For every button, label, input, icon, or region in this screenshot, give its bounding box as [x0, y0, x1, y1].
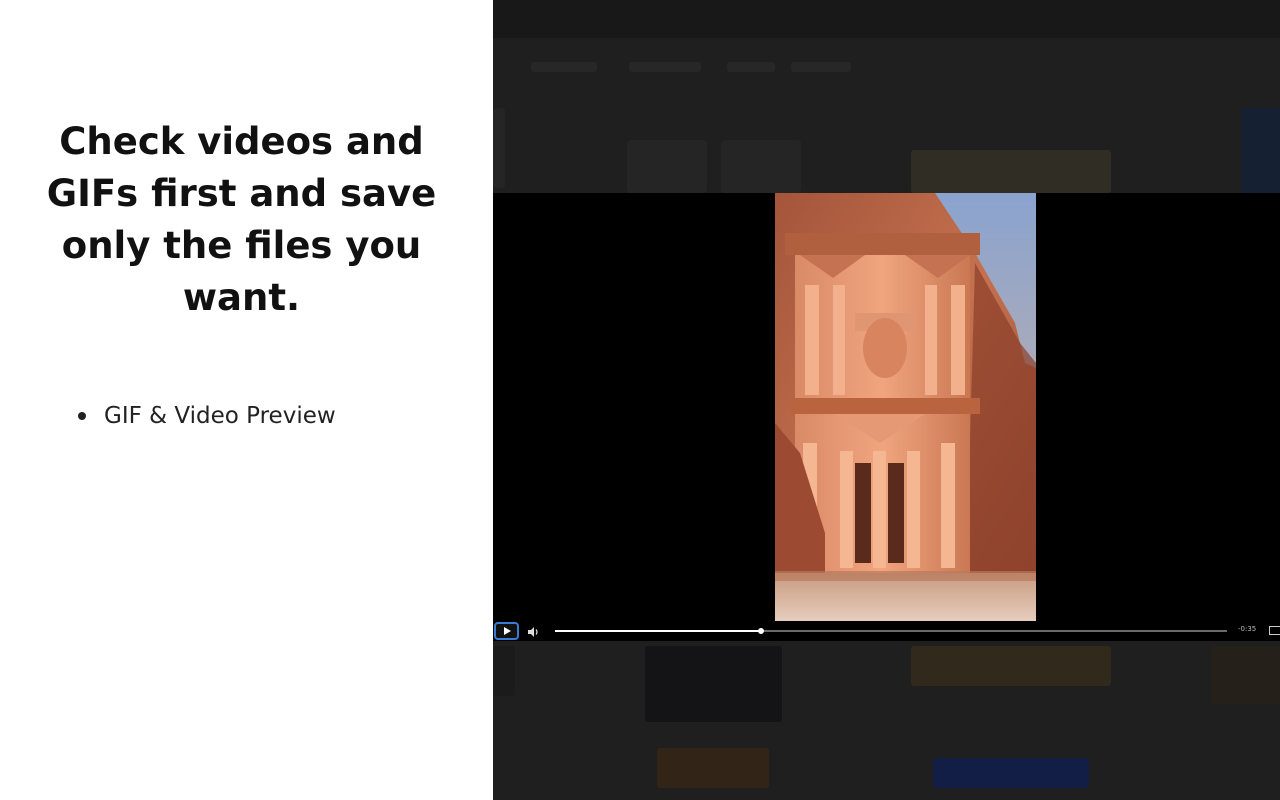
seek-bar-fill [555, 630, 762, 632]
seek-handle[interactable] [758, 628, 765, 634]
picture-in-picture-icon[interactable] [1269, 626, 1280, 635]
play-button[interactable] [494, 622, 519, 640]
promo-text-panel: Check videos and GIFs first and save onl… [0, 0, 493, 800]
video-frame[interactable] [775, 193, 1036, 621]
feature-list: GIF & Video Preview [76, 400, 336, 432]
remaining-time: -0:35 [1238, 625, 1257, 633]
seek-bar[interactable] [555, 628, 1227, 634]
headline: Check videos and GIFs first and save onl… [46, 120, 437, 319]
feature-item: GIF & Video Preview [76, 400, 336, 432]
bullet-icon [78, 412, 86, 420]
feature-label: GIF & Video Preview [104, 403, 336, 429]
player-controls: -0:35 [493, 621, 1280, 641]
video-still-image [775, 193, 1036, 621]
video-player[interactable]: -0:35 [493, 193, 1280, 641]
screenshot-panel: -0:35 [493, 0, 1280, 800]
volume-icon[interactable] [526, 624, 540, 638]
